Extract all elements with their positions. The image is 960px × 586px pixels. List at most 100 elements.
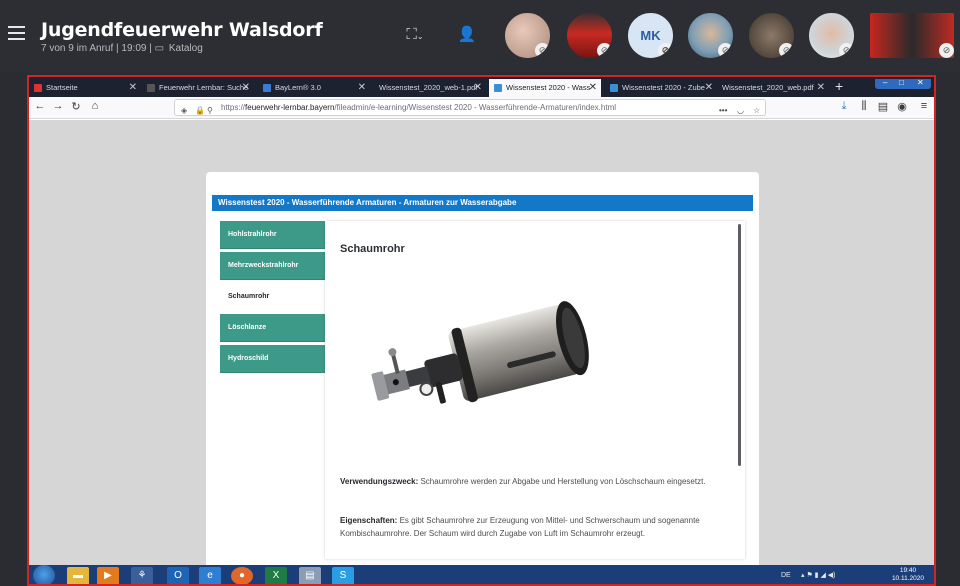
- menu-item-loeschlanze[interactable]: Löschlanze: [220, 314, 325, 342]
- catalog-label[interactable]: Katalog: [169, 43, 203, 54]
- url-bar[interactable]: ◈ 🔒 ⚲ https://feuerwehr-lernbar.bayern/f…: [174, 99, 766, 116]
- maximize-icon[interactable]: □: [899, 78, 904, 87]
- call-title: Jugendfeuerwehr Walsdorf: [41, 19, 323, 41]
- page-actions-icon[interactable]: •••: [719, 103, 727, 115]
- windows-taskbar: ▬ ▶ ⚘ O e ● X ▤ S DE ▴ ⚑ ▮ ◢ ◀) 19:40 10…: [29, 565, 934, 584]
- muted-mic-icon: ⊘: [718, 43, 733, 58]
- foam-pipe-image: [371, 301, 589, 404]
- reader-icon[interactable]: ▤: [876, 100, 890, 113]
- tab-favicon-icon: [494, 84, 502, 92]
- shield-icon[interactable]: ◈: [181, 103, 187, 115]
- properties-label: Eigenschaften:: [340, 516, 398, 525]
- people-icon[interactable]: ⚘: [131, 567, 153, 584]
- url-domain: feuerwehr-lernbar.bayern: [245, 103, 335, 112]
- excel-icon[interactable]: X: [265, 567, 287, 584]
- skype-icon[interactable]: S: [332, 567, 354, 584]
- purpose-text: Schaumrohre werden zur Abgabe und Herste…: [418, 477, 706, 486]
- menu-item-hydroschild[interactable]: Hydroschild: [220, 345, 325, 373]
- browser-tab[interactable]: Wissenstest_2020_web.pdf ✕: [717, 79, 829, 97]
- call-header: Jugendfeuerwehr Walsdorf 7 von 9 im Anru…: [0, 0, 960, 72]
- menu-item-hohlstrahlrohr[interactable]: Hohlstrahlrohr: [220, 221, 325, 249]
- muted-mic-icon: ⊘: [535, 43, 550, 58]
- explorer-icon[interactable]: ▬: [67, 567, 89, 584]
- browser-navbar: ← → ↻ ⌂ ◈ 🔒 ⚲ https://feuerwehr-lernbar.…: [29, 97, 934, 119]
- add-participant-icon[interactable]: 👤: [456, 26, 478, 44]
- participant-avatar[interactable]: ⊘: [747, 11, 796, 60]
- tray-icons[interactable]: ▴ ⚑ ▮ ◢ ◀): [801, 565, 836, 584]
- window-controls: – □ ✕: [875, 78, 931, 89]
- extension-icon[interactable]: ◉: [895, 100, 909, 113]
- pocket-icon[interactable]: ◡: [737, 103, 744, 115]
- library-icon[interactable]: ⫼: [857, 100, 871, 113]
- purpose-label: Verwendungszweck:: [340, 477, 419, 486]
- tab-favicon-icon: [147, 84, 155, 92]
- browser-tab[interactable]: Wissenstest_2020_web-1.pdf ✕: [374, 79, 486, 97]
- media-player-icon[interactable]: ▶: [97, 567, 119, 584]
- participant-avatar[interactable]: ⊘: [503, 11, 552, 60]
- language-indicator[interactable]: DE: [781, 565, 791, 584]
- participant-avatar[interactable]: ⊘: [686, 11, 735, 60]
- catalog-icon[interactable]: ▭: [155, 43, 164, 54]
- side-menu: Hohlstrahlrohr Mehrzweckstrahlrohr Schau…: [220, 221, 325, 376]
- browser-tab-active[interactable]: Wissenstest 2020 - Wass ✕: [489, 79, 601, 97]
- close-tab-icon[interactable]: ✕: [589, 79, 597, 96]
- shared-screen: Startseite ✕ Feuerwehr Lernbar: Suche ✕ Ba…: [27, 75, 936, 586]
- downloads-icon[interactable]: ⤓: [837, 100, 851, 113]
- start-button[interactable]: [33, 565, 55, 584]
- reload-icon[interactable]: ↻: [69, 100, 83, 113]
- browser-tab[interactable]: Wissenstest 2020 - Zube ✕: [605, 79, 717, 97]
- close-tab-icon[interactable]: ✕: [129, 79, 137, 96]
- internet-explorer-icon[interactable]: e: [199, 567, 221, 584]
- participant-avatar[interactable]: ⊘: [868, 11, 956, 60]
- forward-icon[interactable]: →: [51, 100, 65, 112]
- taskbar-clock[interactable]: 19:40 10.11.2020: [892, 567, 924, 583]
- outlook-icon[interactable]: O: [167, 567, 189, 584]
- minimize-icon[interactable]: –: [883, 78, 887, 87]
- home-icon[interactable]: ⌂: [88, 100, 102, 112]
- close-tab-icon[interactable]: ✕: [817, 79, 825, 96]
- lock-icon[interactable]: 🔒: [195, 103, 205, 115]
- content-title: Schaumrohr: [340, 243, 405, 255]
- participant-avatar-initials[interactable]: MK ⊘: [626, 11, 675, 60]
- clock-time: 19:40: [899, 567, 917, 574]
- module-title: Wissenstest 2020 - Wasserführende Armatu…: [212, 195, 753, 211]
- close-tab-icon[interactable]: ✕: [242, 79, 250, 96]
- close-window-icon[interactable]: ✕: [917, 78, 924, 87]
- app-menu-icon[interactable]: ≡: [917, 100, 931, 112]
- menu-icon[interactable]: [8, 26, 25, 40]
- participant-avatar[interactable]: ⊘: [807, 11, 856, 60]
- page-background: Wissenstest 2020 - Wasserführende Armatu…: [29, 120, 934, 584]
- learning-module: Wissenstest 2020 - Wasserführende Armatu…: [206, 172, 759, 584]
- muted-mic-icon: ⊘: [779, 43, 794, 58]
- call-subtitle: 7 von 9 im Anruf | 19:09 | ▭ Katalog: [41, 43, 203, 54]
- menu-item-mehrzweckstrahlrohr[interactable]: Mehrzweckstrahlrohr: [220, 252, 325, 280]
- url-prefix: https://: [221, 103, 246, 112]
- new-tab-icon[interactable]: +: [835, 78, 843, 94]
- screen-layout-icon[interactable]: ⛶⌄: [404, 26, 426, 44]
- purpose-paragraph: Verwendungszweck: Schaumrohre werden zur…: [340, 475, 720, 488]
- muted-mic-icon: ⊘: [939, 43, 954, 58]
- firefox-icon[interactable]: ●: [231, 567, 253, 584]
- url-path: /fileadmin/e-learning/Wissenstest 2020 -…: [334, 103, 617, 112]
- scrollbar[interactable]: [738, 224, 741, 466]
- browser-tab[interactable]: Startseite ✕: [29, 79, 141, 97]
- participant-avatar[interactable]: ⊘: [565, 11, 614, 60]
- close-tab-icon[interactable]: ✕: [358, 79, 366, 96]
- muted-mic-icon: ⊘: [597, 43, 612, 58]
- document-icon[interactable]: ▤: [299, 567, 321, 584]
- close-tab-icon[interactable]: ✕: [474, 79, 482, 96]
- muted-mic-icon: ⊘: [839, 43, 854, 58]
- menu-item-schaumrohr[interactable]: Schaumrohr: [220, 283, 325, 311]
- tab-favicon-icon: [34, 84, 42, 92]
- bookmark-star-icon[interactable]: ☆: [753, 103, 760, 115]
- browser-tab[interactable]: BayLern® 3.0 ✕: [258, 79, 370, 97]
- close-tab-icon[interactable]: ✕: [705, 79, 713, 96]
- avatar-initials: MK: [640, 28, 661, 43]
- clock-date: 10.11.2020: [891, 575, 924, 582]
- muted-mic-icon: ⊘: [658, 43, 673, 58]
- call-status: 7 von 9 im Anruf | 19:09 |: [41, 43, 152, 54]
- permissions-icon[interactable]: ⚲: [207, 103, 213, 115]
- browser-tab[interactable]: Feuerwehr Lernbar: Suche ✕: [142, 79, 254, 97]
- back-icon[interactable]: ←: [33, 100, 47, 112]
- tab-favicon-icon: [610, 84, 618, 92]
